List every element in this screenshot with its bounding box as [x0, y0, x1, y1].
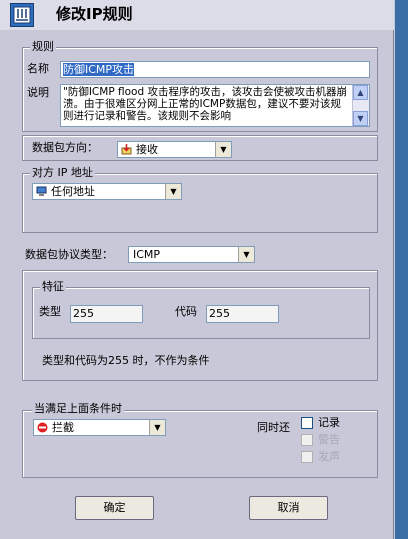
type-label: 类型	[39, 305, 61, 318]
description-text: "防御ICMP flood 攻击程序的攻击，该攻击会使被攻击机器崩溃。由于很难区…	[63, 86, 347, 122]
name-input[interactable]: 防御ICMP攻击	[60, 61, 370, 78]
record-label: 记录	[318, 416, 340, 429]
chevron-down-icon[interactable]: ▼	[165, 184, 181, 199]
action-legend: 当满足上面条件时	[32, 402, 124, 416]
dialog: 修改IP规则 规则 名称 防御ICMP攻击 说明 "防御ICMP flood 攻…	[0, 0, 394, 539]
remote-ip-value: 任何地址	[51, 185, 95, 198]
rule-group-legend: 规则	[30, 40, 56, 54]
feature-legend: 特征	[40, 280, 66, 294]
description-label: 说明	[27, 86, 49, 99]
code-label: 代码	[175, 305, 197, 318]
name-value: 防御ICMP攻击	[63, 63, 135, 76]
app-icon	[10, 3, 34, 27]
description-textarea[interactable]: "防御ICMP flood 攻击程序的攻击，该攻击会使被攻击机器崩溃。由于很难区…	[60, 84, 370, 127]
chevron-down-icon[interactable]: ▼	[238, 247, 254, 262]
remote-ip-select[interactable]: 任何地址 ▼	[32, 183, 182, 200]
record-checkbox[interactable]	[301, 417, 313, 429]
remote-ip-group	[22, 173, 378, 233]
sound-checkbox[interactable]	[301, 451, 313, 463]
code-input[interactable]: 255	[206, 305, 279, 323]
cancel-button[interactable]: 取消	[249, 496, 328, 520]
protocol-value: ICMP	[133, 248, 161, 261]
warn-checkbox[interactable]	[301, 434, 313, 446]
protocol-label: 数据包协议类型：	[25, 248, 113, 261]
action-select[interactable]: 拦截 ▼	[33, 419, 166, 436]
computer-icon	[36, 186, 47, 197]
scroll-down-icon[interactable]: ▼	[353, 111, 368, 126]
block-icon	[37, 422, 48, 433]
name-label: 名称	[27, 62, 49, 75]
chevron-down-icon[interactable]: ▼	[149, 420, 165, 435]
also-label: 同时还	[257, 421, 290, 434]
ok-button[interactable]: 确定	[75, 496, 154, 520]
direction-value: 接收	[136, 143, 158, 156]
warn-label: 警告	[318, 433, 340, 446]
description-scrollbar[interactable]: ▲ ▼	[352, 85, 369, 126]
feature-note: 类型和代码为255 时，不作为条件	[42, 354, 210, 367]
chevron-down-icon[interactable]: ▼	[215, 142, 231, 157]
type-input[interactable]: 255	[70, 305, 143, 323]
receive-icon	[121, 144, 132, 155]
title-bar: 修改IP规则	[0, 0, 394, 30]
direction-select[interactable]: 接收 ▼	[117, 141, 232, 158]
dialog-title: 修改IP规则	[56, 5, 133, 23]
action-value: 拦截	[52, 421, 74, 434]
sound-label: 发声	[318, 450, 340, 463]
remote-ip-legend: 对方 IP 地址	[30, 166, 95, 180]
background-window	[395, 0, 408, 539]
direction-label: 数据包方向：	[32, 141, 98, 154]
protocol-select[interactable]: ICMP ▼	[128, 246, 255, 263]
scroll-up-icon[interactable]: ▲	[353, 85, 368, 100]
